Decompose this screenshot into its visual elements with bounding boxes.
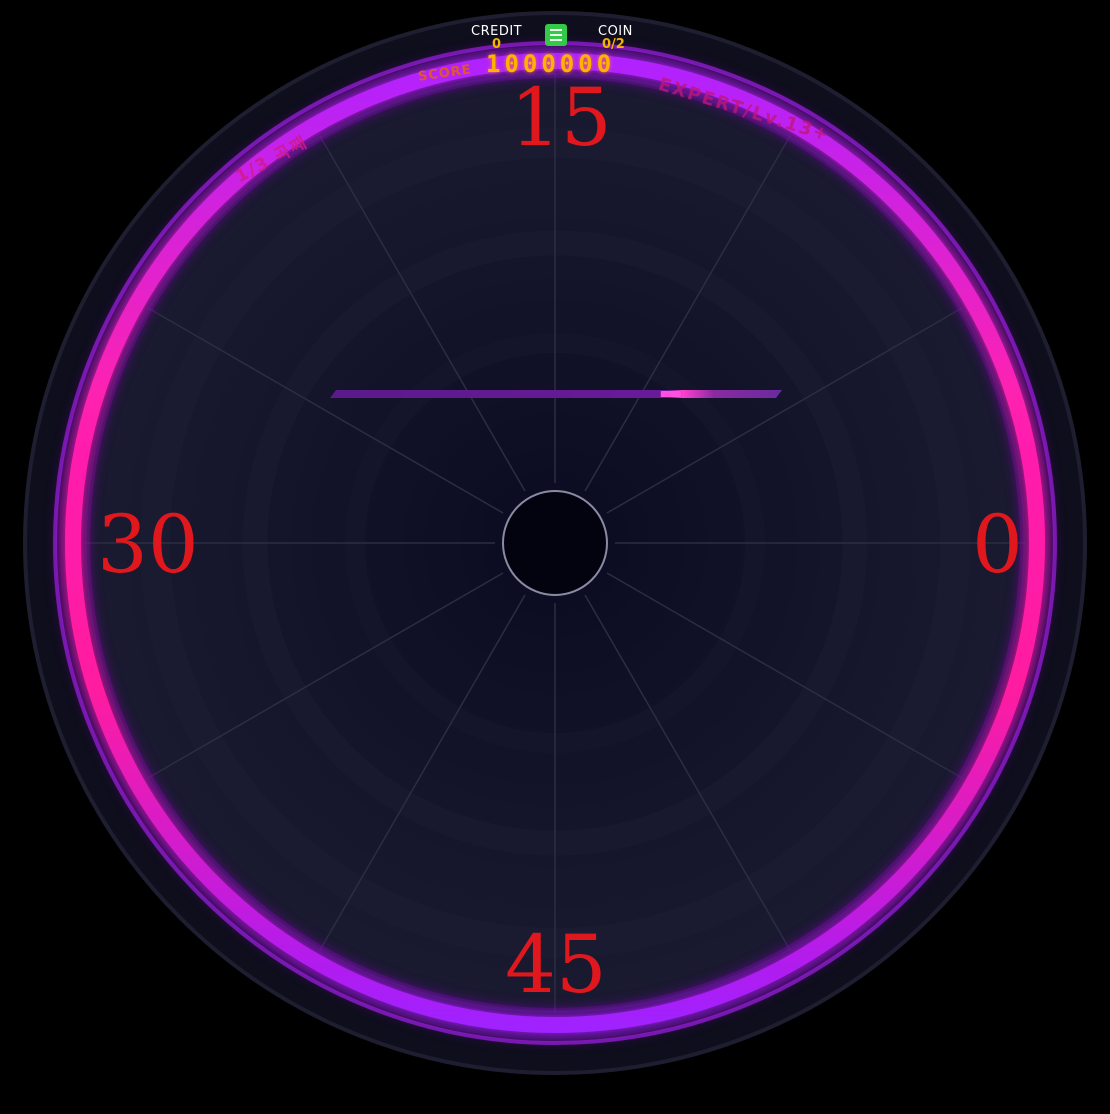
center-circle [502,490,608,596]
progress-marker [660,391,681,397]
lane-label-top: 15 [510,71,612,164]
network-status-icon [545,24,567,46]
lane-label-bottom: 45 [505,918,607,1011]
lane-label-right: 0 [972,498,1023,591]
progress-bar [330,390,782,398]
lane-label-left: 30 [97,498,199,591]
game-screen: CREDIT 0 COIN 0/2 SCORE 1000000 EXPERT/L… [0,0,1110,1110]
